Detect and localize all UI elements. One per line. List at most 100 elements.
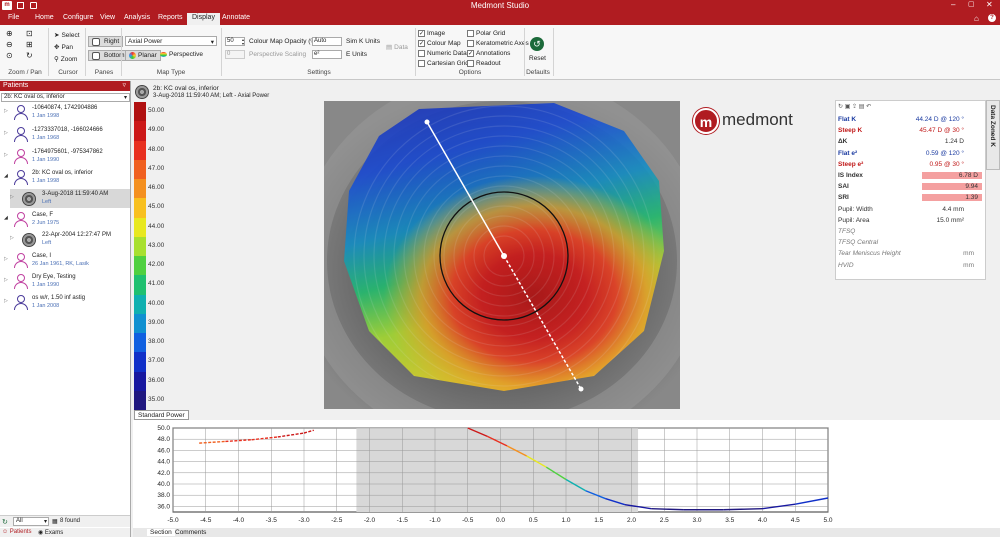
scale-label: 39.00 — [148, 318, 165, 326]
section-handle-end[interactable] — [578, 386, 584, 392]
menu-configure[interactable]: Configure — [63, 14, 93, 21]
pane-right-button[interactable]: Right — [88, 36, 124, 47]
expand-icon[interactable]: ▷ — [4, 256, 8, 262]
value-text: 1.24 D — [944, 138, 964, 146]
collapse-icon[interactable]: ◢ — [4, 173, 8, 179]
menu-home[interactable]: Home — [35, 14, 54, 21]
expand-icon[interactable]: ▷ — [4, 298, 8, 304]
reset-button[interactable]: Reset — [529, 55, 546, 62]
option-annotations[interactable]: ✓ Annotations — [467, 50, 510, 57]
menu-bar: File Home Configure View Analysis Report… — [0, 12, 1000, 25]
filter-icon[interactable]: ▦ — [52, 518, 58, 525]
patient-item[interactable]: ▷ Case, I 26 Jan 1961, RK, Lasik — [0, 251, 130, 270]
option-keratometric-axes[interactable]: Keratometric Axes — [467, 40, 529, 47]
scale-label: 38.00 — [148, 338, 165, 345]
home-icon[interactable]: ⌂ — [974, 14, 979, 23]
standard-power-tab[interactable]: Standard Power — [134, 410, 189, 420]
tab-patients[interactable]: ☺ Patients — [2, 529, 31, 535]
patient-list: ▷ -10640874, 1742904886 1 Jan 1998 ▷ -12733… — [0, 103, 130, 503]
side-tab-data-zoned-k[interactable]: Data Zoned K — [986, 100, 1000, 170]
pin-icon[interactable]: ▿ — [122, 81, 126, 89]
expand-icon[interactable]: ▷ — [4, 108, 8, 114]
value-text: 15.0 mm² — [936, 216, 964, 224]
x-tick-label: 1.5 — [594, 517, 603, 524]
map-type-select[interactable]: Axial Power ▾ — [125, 36, 217, 46]
female-user-icon — [14, 149, 28, 164]
value-text: 45.47 D @ 30 ° — [919, 127, 964, 135]
pan-reset-icon[interactable]: ⊞ — [26, 40, 33, 49]
pane-bottom-button[interactable]: Bottom — [88, 50, 129, 61]
topography-map[interactable]: m medmont — [324, 101, 680, 409]
option-colour-map[interactable]: ✓ Colour Map — [418, 40, 461, 47]
menu-analysis[interactable]: Analysis — [124, 14, 150, 21]
expand-icon[interactable]: ▷ — [4, 277, 8, 283]
zoom-button[interactable]: ⚲ Zoom — [54, 55, 77, 64]
zoom-fit-icon[interactable]: ⊡ — [26, 29, 33, 38]
minimize-button[interactable]: – — [951, 0, 955, 9]
patient-item[interactable]: ▷ -1764975601, -975347862 1 Jan 1990 — [0, 147, 130, 166]
copy-icon[interactable]: ▣ — [845, 104, 851, 110]
undo-icon[interactable]: ↶ — [866, 104, 871, 110]
menu-file[interactable]: File — [8, 14, 19, 21]
patient-item[interactable]: ▷ Dry Eye, Testing 1 Jan 1990 — [0, 272, 130, 291]
planar-button[interactable]: Planar — [125, 50, 161, 61]
refresh-icon[interactable]: ↻ — [838, 104, 843, 110]
save-icon[interactable] — [17, 2, 24, 9]
pan-button[interactable]: ✥ Pan — [54, 43, 73, 52]
zoom-in-icon[interactable]: ⊕ — [6, 29, 13, 38]
export-icon[interactable]: ⇪ — [852, 104, 857, 110]
value-text: 4.4 mm — [942, 205, 964, 213]
reset-icon[interactable]: ↺ — [530, 37, 544, 51]
value-row: Flat K 44.24 D @ 120 ° — [836, 115, 986, 126]
option-numeric-data[interactable]: Numeric Data — [418, 50, 467, 57]
menu-reports[interactable]: Reports — [158, 14, 183, 21]
patient-item[interactable]: ▷ os w/r, 1.50 inf astig 1 Jan 2008 — [0, 293, 130, 312]
print-icon[interactable]: ▤ — [859, 104, 865, 110]
option-cartesian-grid[interactable]: Cartesian Grid — [418, 60, 469, 67]
tab-comments[interactable]: Comments — [175, 529, 206, 536]
exam-item[interactable]: ▷ 22-Apr-2004 12:27:47 PM Left — [10, 230, 130, 249]
option-polar-grid[interactable]: Polar Grid — [467, 30, 505, 37]
patient-item[interactable]: ◢ 2b: KC oval os, inferior 1 Jan 1998 — [0, 168, 130, 187]
maximize-button[interactable]: ▢ — [968, 0, 975, 8]
option-readout[interactable]: Readout — [467, 60, 501, 67]
data-button[interactable]: ▤ Data — [386, 43, 408, 52]
tab-section[interactable]: Section — [147, 529, 175, 536]
option-image[interactable]: ✓ Image — [418, 30, 445, 37]
app-logo-icon: m — [2, 1, 12, 10]
patient-item[interactable]: ▷ -1273337018, -166024666 1 Jan 1968 — [0, 125, 130, 144]
exam-item-selected[interactable]: ▷ 3-Aug-2018 11:59:40 AM Left — [10, 189, 130, 208]
menu-display[interactable]: Display — [187, 13, 220, 25]
menu-annotate[interactable]: Annotate — [222, 14, 250, 21]
expand-icon[interactable]: ▷ — [10, 194, 14, 200]
opacity-input[interactable]: 50 ▴ ▾ — [225, 37, 245, 46]
tab-exams[interactable]: ◉ Exams — [38, 529, 63, 536]
x-tick-label: 4.0 — [758, 517, 767, 524]
expand-icon[interactable]: ▷ — [4, 152, 8, 158]
help-icon[interactable]: ? — [988, 14, 996, 22]
chevron-down-icon: ▾ — [123, 95, 127, 101]
patient-item[interactable]: ◢ Case, F2 Jun 1975 — [0, 210, 130, 229]
print-icon[interactable] — [30, 2, 37, 9]
eunits-select[interactable]: e² — [312, 50, 342, 59]
scaling-input[interactable]: 0 — [225, 50, 245, 59]
section-handle-start[interactable] — [424, 119, 430, 125]
patient-search-select[interactable]: 2b: KC oval os, inferior ▾ — [1, 93, 130, 102]
collapse-icon[interactable]: ◢ — [4, 215, 8, 221]
expand-icon[interactable]: ▷ — [4, 130, 8, 136]
patient-item[interactable]: ▷ -10640874, 1742904886 1 Jan 1998 — [0, 103, 130, 122]
simk-select[interactable]: Auto — [312, 37, 342, 46]
zoom-window-icon[interactable]: ⊙ — [6, 51, 13, 60]
scale-label: 44.00 — [148, 222, 165, 230]
menu-view[interactable]: View — [100, 14, 115, 21]
expand-icon[interactable]: ▷ — [10, 235, 14, 241]
perspective-button[interactable]: Perspective — [160, 51, 203, 58]
value-row: Tear Meniscus Height mm — [836, 249, 986, 260]
select-button[interactable]: ➤ Select — [54, 31, 80, 40]
zoom-out-icon[interactable]: ⊖ — [6, 40, 13, 49]
refresh-icon[interactable]: ↻ — [2, 518, 8, 526]
rotate-icon[interactable]: ↻ — [26, 51, 33, 60]
filter-select[interactable]: All ▾ — [13, 517, 49, 526]
close-button[interactable]: ✕ — [986, 0, 993, 9]
colour-scale: 50.00 49.00 48.00 47.00 46.00 45.00 44.00 43.00… — [134, 102, 168, 410]
